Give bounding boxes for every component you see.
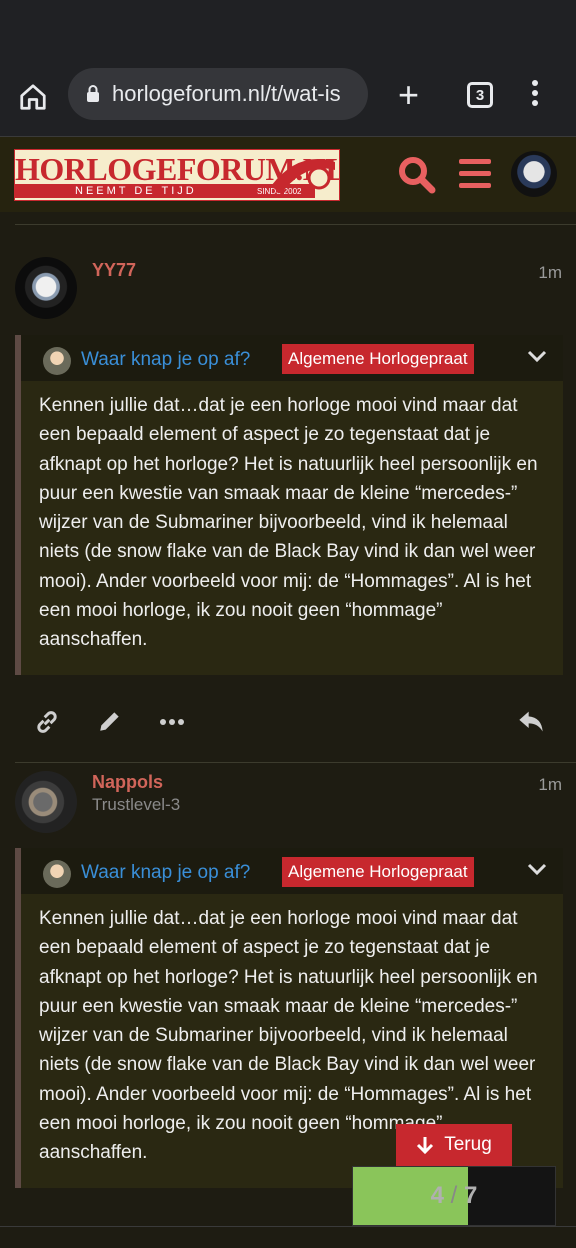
logo-swoosh-icon (271, 159, 335, 194)
post-time[interactable]: 1m (538, 775, 562, 795)
progress-separator: / (450, 1182, 458, 1209)
quote-body: Kennen jullie dat…dat je een horloge moo… (39, 395, 538, 651)
quote-block: Waar knap je op af? Algemene Horlogepraa… (15, 335, 563, 675)
hamburger-icon[interactable] (459, 159, 491, 195)
post-username[interactable]: Nappols (92, 772, 163, 793)
arrow-down-icon (417, 1137, 434, 1155)
post: YY77 1m Waar knap je op af? Algemene Hor… (0, 225, 576, 763)
post-stream: YY77 1m Waar knap je op af? Algemene Hor… (0, 212, 576, 1188)
progress-current: 4 (430, 1182, 444, 1209)
search-icon[interactable] (397, 155, 437, 195)
url-bar[interactable]: horlogeforum.nl/t/wat-is (68, 68, 368, 120)
quote-topic-link[interactable]: Waar knap je op af? (81, 862, 250, 884)
post-username[interactable]: YY77 (92, 260, 136, 281)
quote-header: Waar knap je op af? Algemene Horlogepraa… (21, 335, 563, 381)
more-horiz-icon[interactable] (159, 718, 185, 726)
back-button[interactable]: Terug (396, 1124, 512, 1166)
plus-icon[interactable]: + (398, 77, 419, 113)
quote-avatar (43, 860, 71, 888)
quote-avatar (43, 347, 71, 375)
post-avatar[interactable] (15, 771, 77, 833)
user-avatar[interactable] (511, 151, 557, 197)
logo-sub: NEEMT DE TIJD (75, 185, 197, 197)
chevron-down-icon[interactable] (527, 349, 547, 363)
timeline-progress[interactable]: 4 / 7 (352, 1166, 556, 1226)
link-icon[interactable] (33, 708, 61, 736)
quote-category-badge[interactable]: Algemene Horlogepraat (282, 344, 474, 374)
progress-total: 7 (464, 1182, 478, 1209)
status-bar (0, 0, 576, 60)
edit-icon[interactable] (97, 708, 123, 734)
more-vert-icon[interactable] (532, 80, 540, 110)
browser-toolbar: horlogeforum.nl/t/wat-is + 3 (0, 60, 576, 136)
chevron-down-icon[interactable] (527, 862, 547, 876)
system-nav-bar (0, 1226, 576, 1248)
reply-icon[interactable] (517, 708, 545, 734)
progress-text: 4 / 7 (353, 1182, 555, 1210)
url-text: horlogeforum.nl/t/wat-is (112, 81, 341, 106)
post-actions (15, 700, 563, 746)
home-icon[interactable] (18, 82, 48, 112)
post-avatar[interactable] (15, 257, 77, 319)
quote-topic-link[interactable]: Waar knap je op af? (81, 349, 250, 371)
lock-icon (87, 85, 99, 102)
quote-header: Waar knap je op af? Algemene Horlogepraa… (21, 848, 563, 894)
tab-switcher-button[interactable]: 3 (467, 82, 493, 108)
site-header: HORLOGEFORUM.NL NEEMT DE TIJD SINDS 2002 (0, 136, 576, 212)
back-button-label: Terug (444, 1134, 492, 1155)
quote-category-badge[interactable]: Algemene Horlogepraat (282, 857, 474, 887)
post-trust-level: Trustlevel-3 (92, 795, 181, 814)
site-logo[interactable]: HORLOGEFORUM.NL NEEMT DE TIJD SINDS 2002 (14, 149, 340, 201)
post-time[interactable]: 1m (538, 263, 562, 283)
